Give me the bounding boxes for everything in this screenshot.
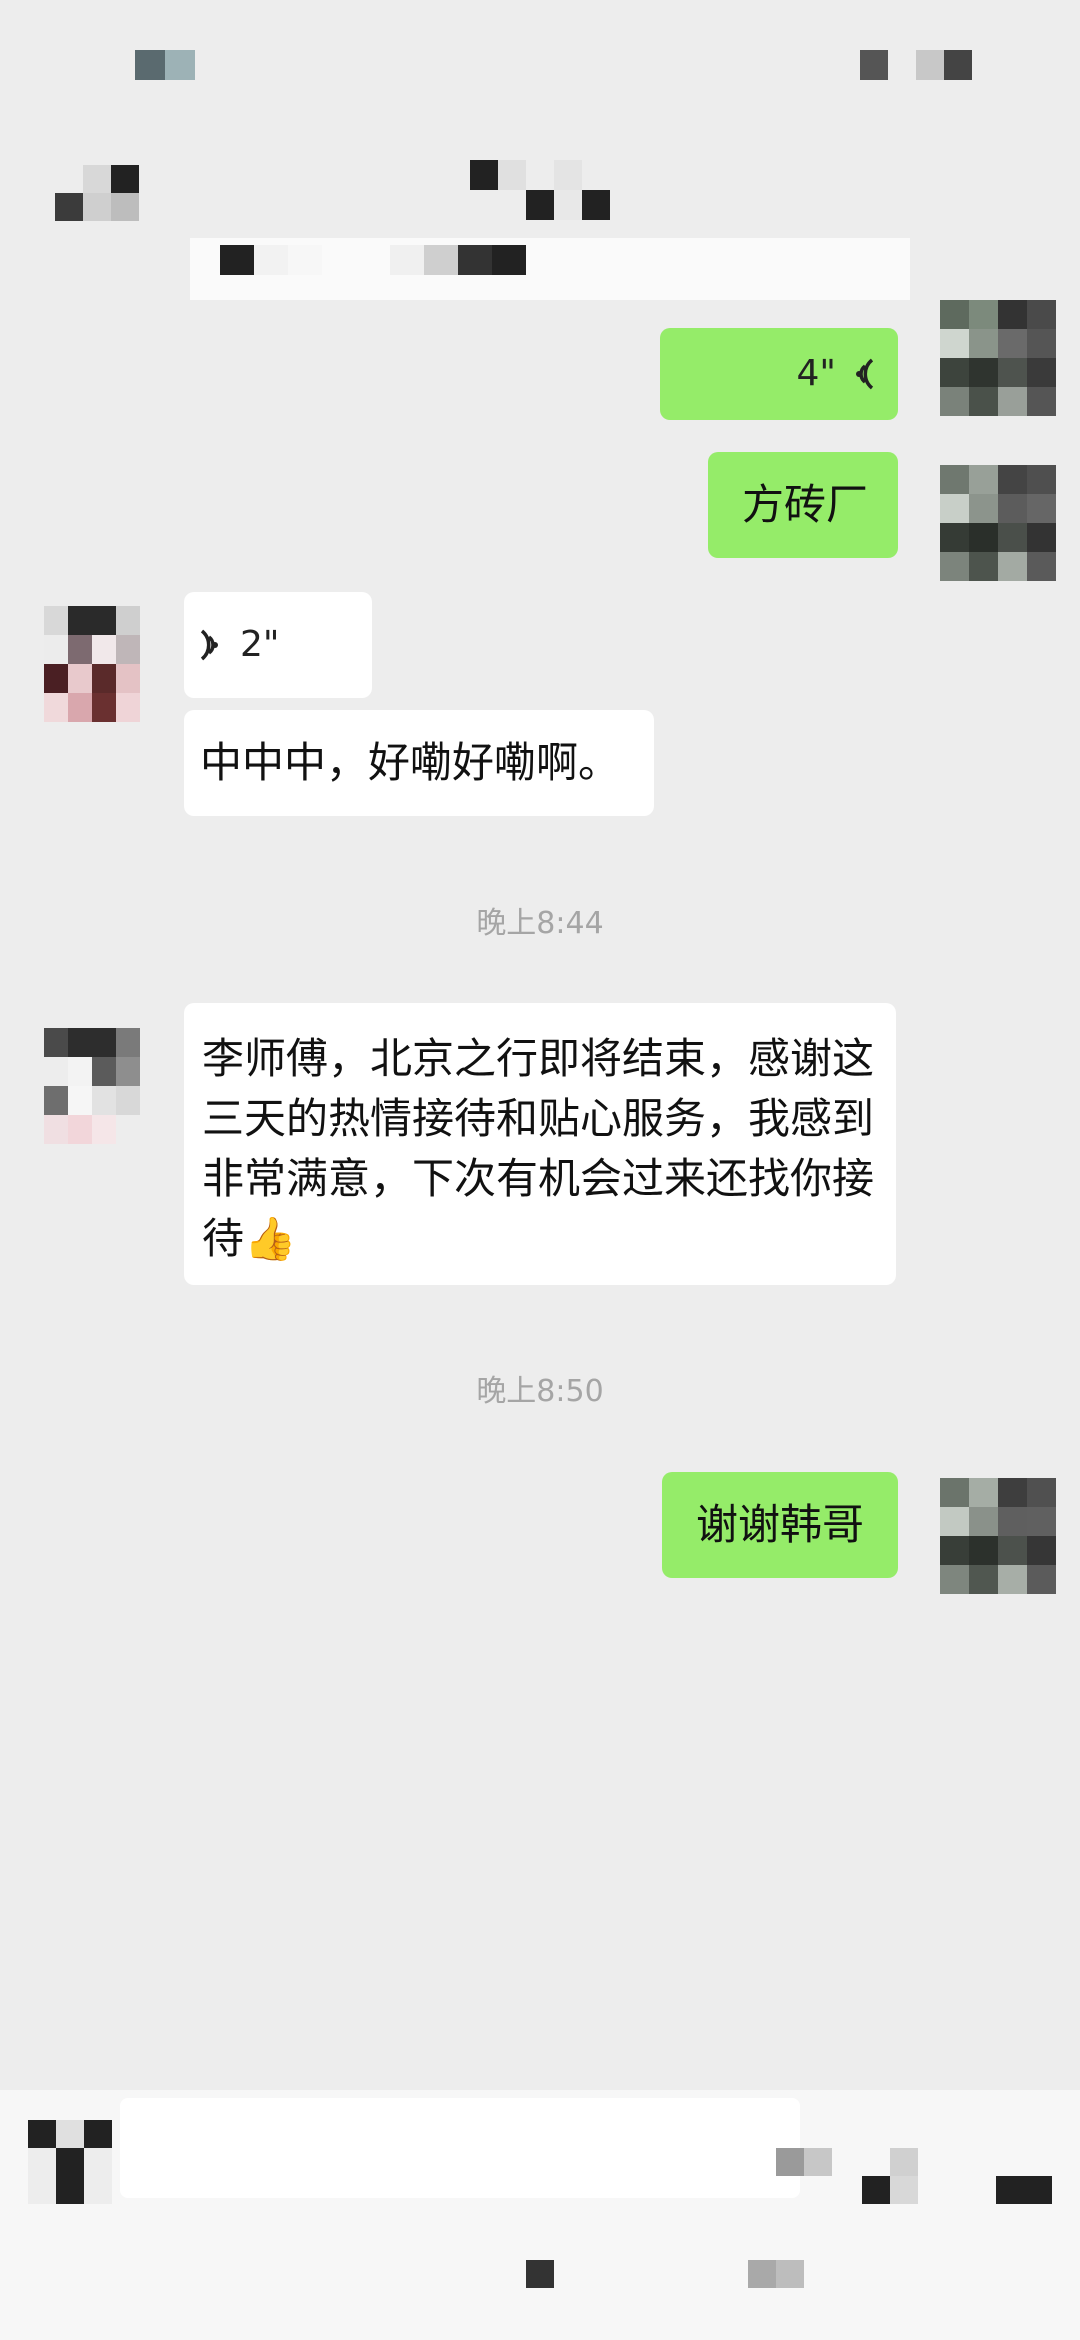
voice-wave-icon [198,625,224,665]
voice-duration: 2" [240,624,280,665]
message-text: 方砖厂 [742,480,869,529]
timestamp: 晚上8:44 [476,906,604,941]
voice-duration: 4" [796,353,836,394]
contact-avatar[interactable] [44,1028,140,1144]
message-input[interactable] [120,2098,800,2198]
outgoing-text-message[interactable]: 方砖厂 [708,452,898,558]
incoming-text-message[interactable]: 李师傅，北京之行即将结束，感谢这三天的热情接待和贴心服务，我感到非常满意，下次有… [184,1003,896,1285]
my-avatar[interactable] [940,300,1056,416]
message-text: 谢谢韩哥 [696,1500,865,1549]
contact-avatar[interactable] [44,606,140,722]
header-left-mosaic [55,165,139,221]
emoji-icon[interactable] [862,2148,946,2204]
timestamp: 晚上8:50 [476,1374,604,1409]
message-text: 李师傅，北京之行即将结束，感谢这三天的热情接待和贴心服务，我感到非常满意，下次有… [202,1034,875,1263]
bottom-indicator [526,2260,554,2288]
incoming-voice-message[interactable]: 2" [184,592,372,698]
chat-title [470,160,610,220]
bottom-indicator [748,2260,804,2288]
my-avatar[interactable] [940,1478,1056,1594]
my-avatar[interactable] [940,465,1056,581]
message-text: 中中中，好嘞好嘞啊。 [200,738,621,787]
outgoing-text-message[interactable]: 谢谢韩哥 [662,1472,898,1578]
voice-input-toggle-icon[interactable] [28,2120,112,2204]
header-title-row-mosaic [220,245,560,275]
thumbs-up-emoji: 👍 [244,1214,297,1263]
voice-wave-icon [850,354,876,394]
add-icon[interactable] [996,2176,1052,2204]
incoming-text-message[interactable]: 中中中，好嘞好嘞啊。 [184,710,654,816]
more-options-icon[interactable] [860,50,972,80]
input-bar-right-mosaic [776,2148,832,2176]
outgoing-voice-message[interactable]: 4" [660,328,898,420]
back-button[interactable] [135,50,195,80]
